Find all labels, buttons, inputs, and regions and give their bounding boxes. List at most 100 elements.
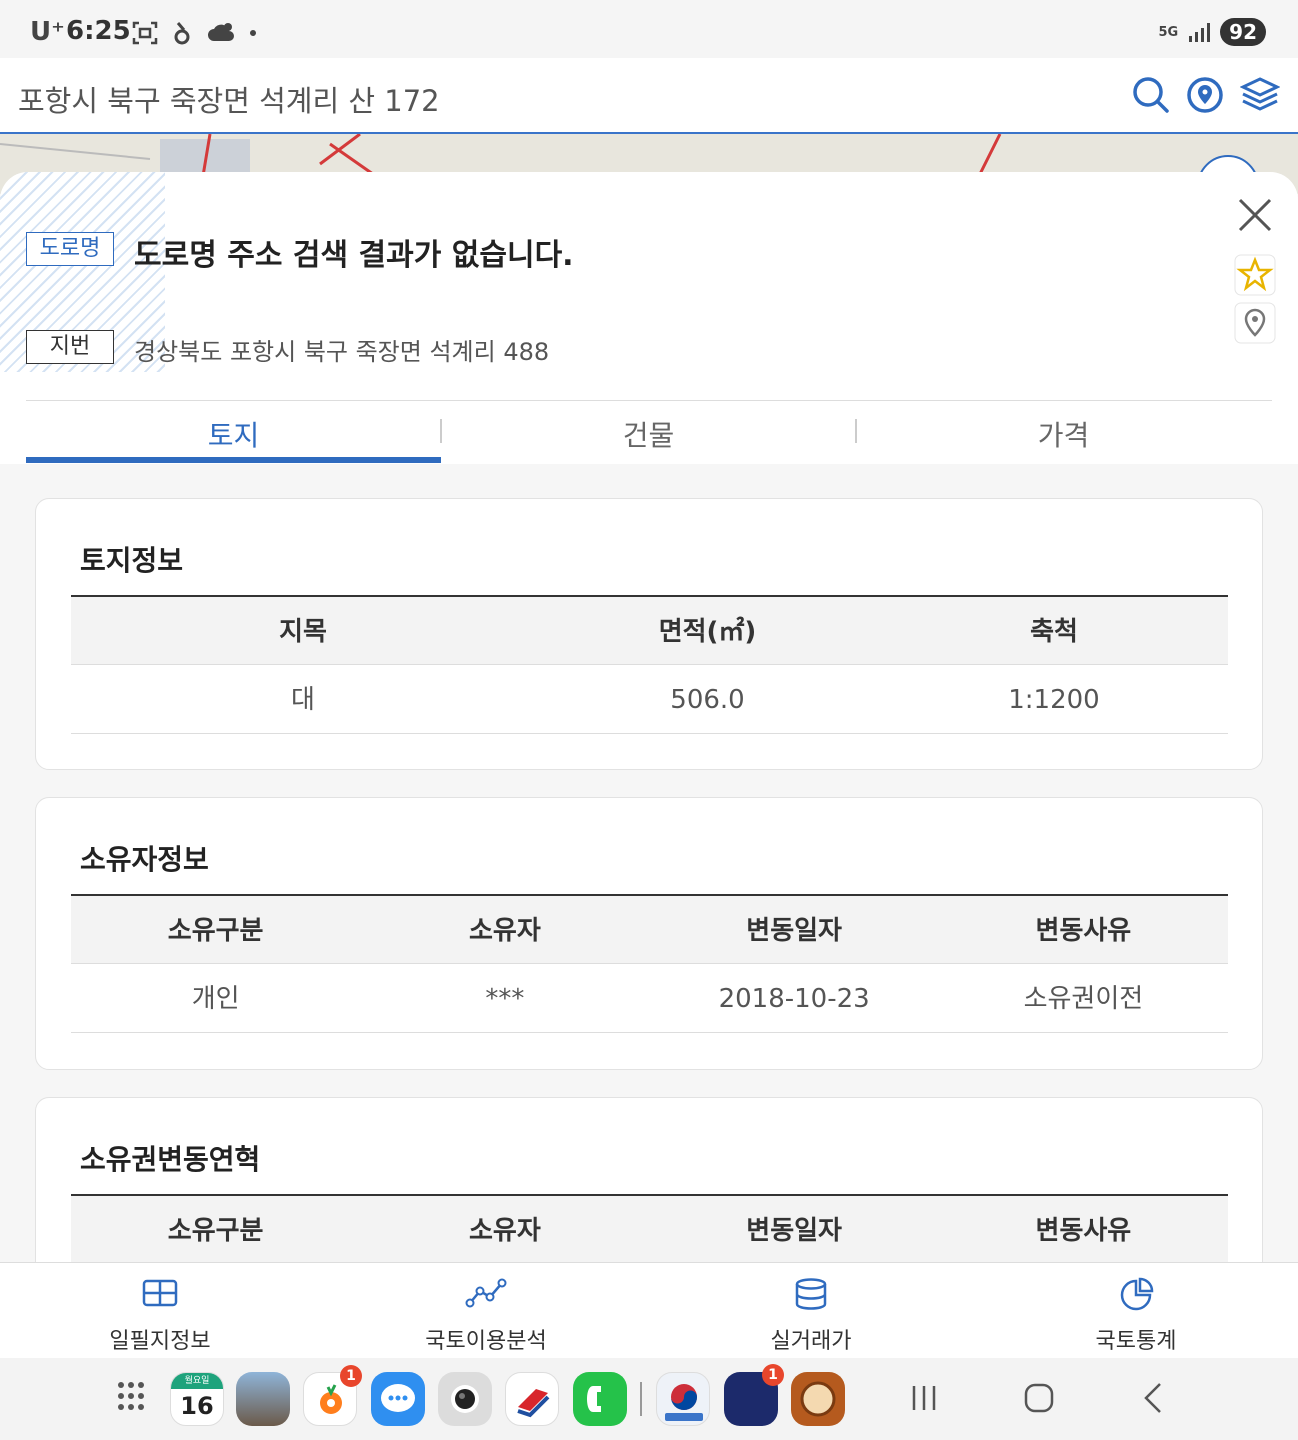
home-icon[interactable] [1019, 1378, 1059, 1418]
more-dot-icon [250, 30, 256, 36]
table-header: 소유구분 소유자 변동일자 변동사유 [71, 894, 1228, 964]
table-cell: 1:1200 [1008, 685, 1100, 715]
road-name-tag: 도로명 [26, 232, 114, 266]
tab-building[interactable]: 건물 [441, 401, 856, 463]
nav-parcel-info[interactable]: 일필지정보 [60, 1263, 260, 1359]
table-cell: 506.0 [670, 685, 745, 715]
calendar-day-label: 월요일 [171, 1373, 223, 1389]
column-header: 면적(㎡) [658, 617, 757, 647]
owner-info-title: 소유자정보 [80, 843, 209, 876]
column-header: 소유자 [468, 916, 541, 946]
game-emblem-icon [800, 1381, 836, 1417]
chat-bubble-icon [381, 1384, 415, 1412]
location-target-icon[interactable] [1186, 76, 1224, 114]
table-cell: 소유권이전 [1023, 984, 1144, 1014]
table-cell: 2018-10-23 [718, 984, 870, 1014]
bank-app-icon[interactable] [505, 1372, 559, 1426]
dock-divider [640, 1382, 642, 1416]
map-pin-icon[interactable] [1234, 302, 1276, 344]
column-header: 축척 [1030, 617, 1078, 647]
ownership-history-title: 소유권변동연혁 [80, 1143, 261, 1176]
nav-land-use-analysis[interactable]: 국토이용분석 [386, 1263, 586, 1359]
clock: 6:25 [66, 16, 131, 46]
layers-icon[interactable] [1240, 76, 1280, 114]
header-actions [1132, 76, 1280, 114]
tab-land[interactable]: 토지 [26, 401, 441, 463]
bank-logo-icon [517, 1389, 550, 1418]
jibun-tag: 지번 [26, 330, 114, 364]
owner-info-table: 소유구분 소유자 변동일자 변동사유 개인 *** 2018-10-23 소유권… [71, 894, 1228, 1033]
carrier-label: U⁺ [30, 17, 65, 47]
nav-label: 국토통계 [1095, 1329, 1177, 1354]
camera-app-icon[interactable] [438, 1372, 492, 1426]
land-info-card: 토지정보 지목 면적(㎡) 축척 대 506.0 1:1200 [35, 498, 1263, 770]
photo-app-icon[interactable] [236, 1372, 290, 1426]
taegeuk-icon [665, 1384, 703, 1421]
grid-map-icon [142, 1279, 178, 1307]
calendar-app-icon[interactable]: 월요일 16 [170, 1372, 224, 1426]
system-dock: 월요일 16 1 1 [0, 1358, 1298, 1440]
network-type: 5G [1158, 24, 1179, 40]
database-icon [795, 1278, 827, 1310]
parcel-detail-sheet: 도로명 도로명 주소 검색 결과가 없습니다. 지번 경상북도 포항시 북구 죽… [0, 172, 1298, 1262]
nav-label: 실거래가 [770, 1329, 852, 1354]
table-header: 소유구분 소유자 변동일자 변동사유 [71, 1194, 1228, 1262]
land-info-table: 지목 면적(㎡) 축척 대 506.0 1:1200 [71, 595, 1228, 734]
land-info-title: 토지정보 [80, 544, 184, 577]
camera-lens-icon [451, 1385, 479, 1413]
nav-real-transaction-price[interactable]: 실거래가 [711, 1263, 911, 1359]
status-bar: U⁺ 6:25 5G 92 [0, 0, 1298, 64]
back-icon[interactable] [1134, 1378, 1174, 1418]
column-header: 변동일자 [746, 1216, 842, 1246]
recent-apps-icon[interactable] [904, 1378, 944, 1418]
table-cell: 개인 [191, 984, 240, 1014]
owner-info-card: 소유자정보 소유구분 소유자 변동일자 변동사유 개인 *** 2018-10-… [35, 797, 1263, 1070]
phone-app-icon[interactable] [573, 1372, 627, 1426]
phone-handset-icon [587, 1386, 601, 1412]
status-right: 5G 92 [1158, 18, 1266, 46]
line-chart-icon [465, 1278, 507, 1308]
detail-tabs: 토지 건물 가격 [26, 400, 1272, 464]
column-header: 소유구분 [167, 1216, 264, 1246]
search-header: 포항시 북구 죽장면 석계리 산 172 [0, 58, 1298, 134]
search-icon[interactable] [1132, 76, 1170, 114]
table-row: 대 506.0 1:1200 [71, 665, 1228, 734]
table-header: 지목 면적(㎡) 축척 [71, 595, 1228, 665]
table-cell: 대 [291, 685, 315, 715]
battery-indicator: 92 [1220, 18, 1266, 46]
nav-national-statistics[interactable]: 국토통계 [1036, 1263, 1236, 1359]
app-notification-icon [174, 22, 190, 45]
game-app-icon[interactable] [791, 1372, 845, 1426]
app-drawer-icon[interactable] [110, 1372, 164, 1426]
column-header: 지목 [279, 617, 327, 647]
status-icons [132, 20, 256, 46]
land-info-app-icon[interactable] [656, 1372, 710, 1426]
address-section: 도로명 도로명 주소 검색 결과가 없습니다. 지번 경상북도 포항시 북구 죽… [0, 172, 1298, 464]
weather-cloud-icon [208, 23, 234, 41]
carrot-app-icon[interactable]: 1 [303, 1365, 362, 1426]
messages-app-icon[interactable] [371, 1372, 425, 1426]
bottom-navigation: 일필지정보 국토이용분석 실거래가 국토통계 [0, 1262, 1298, 1358]
column-header: 소유구분 [167, 916, 264, 946]
column-header: 변동일자 [746, 916, 842, 946]
tab-price[interactable]: 가격 [856, 401, 1271, 463]
search-address-text[interactable]: 포항시 북구 죽장면 석계리 산 172 [18, 78, 440, 120]
road-address-message: 도로명 주소 검색 결과가 없습니다. [134, 238, 574, 273]
ownership-history-table: 소유구분 소유자 변동일자 변동사유 [71, 1194, 1228, 1262]
nav-label: 일필지정보 [109, 1329, 211, 1354]
jibun-address: 경상북도 포항시 북구 죽장면 석계리 488 [134, 338, 550, 366]
close-icon[interactable] [1234, 194, 1276, 236]
star-favorite-icon[interactable] [1234, 254, 1276, 296]
column-header: 변동사유 [1035, 916, 1132, 946]
table-cell: *** [485, 984, 525, 1014]
calendar-date: 16 [180, 1392, 214, 1420]
column-header: 변동사유 [1035, 1216, 1132, 1246]
pie-chart-icon [1120, 1277, 1154, 1311]
nav-label: 국토이용분석 [425, 1329, 547, 1354]
signal-icon [1189, 23, 1211, 42]
screenshot-icon [132, 21, 158, 45]
notification-badge: 1 [762, 1364, 784, 1386]
event-app-icon[interactable]: 1 [724, 1364, 784, 1426]
notification-badge: 1 [340, 1365, 362, 1387]
table-row: 개인 *** 2018-10-23 소유권이전 [71, 964, 1228, 1033]
